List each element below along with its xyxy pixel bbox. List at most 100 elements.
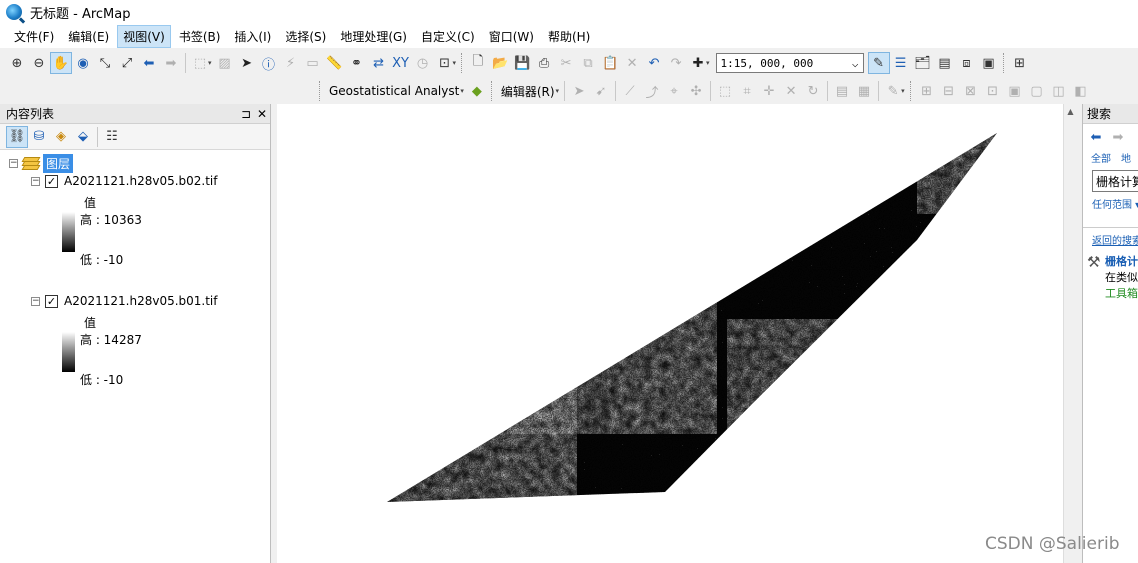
delete-icon[interactable]: ✕: [621, 52, 643, 74]
search-window-icon[interactable]: ▤: [934, 52, 956, 74]
map-display[interactable]: [277, 104, 1075, 563]
undo-icon[interactable]: ↶: [643, 52, 665, 74]
menu-customize[interactable]: 自定义(C): [415, 25, 481, 48]
clear-selection-icon[interactable]: ▨: [214, 52, 236, 74]
find-route-icon[interactable]: ⇄: [368, 52, 390, 74]
layer-row[interactable]: − ✓ A2021121.h28v05.b01.tif: [31, 294, 218, 308]
edit-vertices-icon[interactable]: ⬚: [714, 80, 736, 102]
list-by-source-icon[interactable]: ⛁: [28, 126, 50, 148]
measure-ruler-icon[interactable]: 📏: [324, 52, 346, 74]
end-point-arc-icon[interactable]: ⤴: [641, 80, 663, 102]
menu-selection[interactable]: 选择(S): [279, 25, 332, 48]
pin-icon[interactable]: ⊐: [238, 107, 254, 121]
forward-arrow-icon[interactable]: ➡: [160, 52, 182, 74]
layer-visibility-checkbox[interactable]: ✓: [45, 174, 58, 188]
filter-all-link[interactable]: 全部: [1091, 150, 1111, 166]
layer-visibility-checkbox[interactable]: ✓: [45, 294, 58, 308]
menu-view[interactable]: 视图(V): [117, 24, 171, 48]
geostatistical-wizard-icon[interactable]: ◆: [466, 80, 488, 102]
model-builder-icon[interactable]: ⊞: [1009, 52, 1031, 74]
menu-bookmarks[interactable]: 书签(B): [173, 25, 227, 48]
forward-arrow-icon[interactable]: ➡: [1109, 126, 1127, 148]
geostatistical-analyst-menu[interactable]: Geostatistical Analyst: [325, 84, 463, 98]
pan-hand-icon[interactable]: ✋: [50, 52, 72, 74]
fixed-zoom-in-icon[interactable]: ⤡: [94, 52, 116, 74]
layer-group-row[interactable]: − 图层: [9, 154, 74, 173]
georef-tool-6-icon[interactable]: ▢: [1026, 80, 1048, 102]
identify-icon[interactable]: ⓘ: [258, 52, 280, 74]
save-icon[interactable]: 💾: [511, 52, 533, 74]
menu-geoprocessing[interactable]: 地理处理(G): [334, 25, 413, 48]
list-by-drawing-order-icon[interactable]: ⛓: [6, 125, 28, 148]
back-arrow-icon[interactable]: ⬅: [1087, 126, 1105, 148]
collapse-icon[interactable]: −: [31, 296, 40, 306]
straight-segment-icon[interactable]: ⟋: [619, 80, 641, 102]
georef-tool-1-icon[interactable]: ⊞: [916, 80, 938, 102]
sketch-properties-icon[interactable]: ▦: [853, 80, 875, 102]
fixed-zoom-out-icon[interactable]: ⤢: [116, 52, 138, 74]
list-by-selection-icon[interactable]: ⬙: [72, 126, 94, 148]
new-document-icon[interactable]: 🗋: [467, 52, 489, 74]
rotate-tool-icon[interactable]: ↻: [802, 80, 824, 102]
collapse-icon[interactable]: −: [9, 159, 18, 168]
georef-tool-3-icon[interactable]: ⊠: [960, 80, 982, 102]
menu-windows[interactable]: 窗口(W): [483, 25, 540, 48]
search-result[interactable]: ⚒ 栅格计 在类似 工具箱: [1083, 253, 1138, 301]
filter-maps-link[interactable]: 地: [1121, 150, 1131, 166]
toc-window-icon[interactable]: ☰: [890, 52, 912, 74]
menu-file[interactable]: 文件(F): [8, 25, 60, 48]
layer-name[interactable]: A2021121.h28v05.b02.tif: [64, 174, 218, 188]
search-scope-dropdown[interactable]: 任何范围 ▾: [1083, 196, 1138, 211]
print-icon[interactable]: ⎙: [533, 52, 555, 74]
menu-help[interactable]: 帮助(H): [542, 25, 596, 48]
arctoolbox-icon[interactable]: ⧈: [956, 52, 978, 74]
map-scale-combobox[interactable]: 1:15, 000, 000 ⌵: [715, 53, 864, 73]
edit-annotation-icon[interactable]: ➹: [590, 80, 612, 102]
list-by-visibility-icon[interactable]: ◈: [50, 126, 72, 148]
georef-tool-7-icon[interactable]: ◫: [1048, 80, 1070, 102]
full-extent-globe-icon[interactable]: ◉: [72, 52, 94, 74]
layer-name[interactable]: A2021121.h28v05.b01.tif: [64, 294, 218, 308]
map-vertical-scrollbar[interactable]: ▲: [1063, 104, 1077, 563]
search-input[interactable]: 栅格计算器: [1092, 170, 1138, 192]
find-binoculars-icon[interactable]: ⚭: [346, 52, 368, 74]
layer-group-label[interactable]: 图层: [43, 154, 74, 173]
copy-icon[interactable]: ⧉: [577, 52, 599, 74]
hyperlink-icon[interactable]: ⚡: [280, 52, 302, 74]
back-arrow-icon[interactable]: ⬅: [138, 52, 160, 74]
georef-tool-2-icon[interactable]: ⊟: [938, 80, 960, 102]
collapse-icon[interactable]: −: [31, 176, 40, 186]
python-window-icon[interactable]: ▣: [978, 52, 1000, 74]
redo-icon[interactable]: ↷: [665, 52, 687, 74]
cut-icon[interactable]: ✂: [555, 52, 577, 74]
zoom-out-icon[interactable]: ⊖: [28, 52, 50, 74]
search-back-link[interactable]: 返回的搜索: [1083, 232, 1138, 247]
goto-xy-icon[interactable]: XY: [390, 52, 412, 74]
attributes-icon[interactable]: ▤: [831, 80, 853, 102]
editor-toolbar-icon[interactable]: ✎: [867, 52, 890, 74]
layer-row[interactable]: − ✓ A2021121.h28v05.b02.tif: [31, 174, 218, 188]
paste-icon[interactable]: 📋: [599, 52, 621, 74]
options-icon[interactable]: ☷: [101, 126, 123, 148]
catalog-window-icon[interactable]: 🗂: [912, 52, 934, 74]
trace-icon[interactable]: ⌖: [663, 80, 685, 102]
open-folder-icon[interactable]: 📂: [489, 52, 511, 74]
menu-insert[interactable]: 插入(I): [228, 25, 277, 48]
edit-tool-icon[interactable]: ➤: [568, 80, 590, 102]
point-icon[interactable]: ✣: [685, 80, 707, 102]
zoom-in-icon[interactable]: ⊕: [6, 52, 28, 74]
split-tool-icon[interactable]: ✕: [780, 80, 802, 102]
time-slider-icon[interactable]: ◷: [412, 52, 434, 74]
georef-tool-8-icon[interactable]: ◧: [1070, 80, 1092, 102]
select-elements-arrow-icon[interactable]: ➤: [236, 52, 258, 74]
result-title[interactable]: 栅格计: [1105, 253, 1138, 269]
georef-tool-4-icon[interactable]: ⊡: [982, 80, 1004, 102]
reshape-feature-icon[interactable]: ⌗: [736, 80, 758, 102]
georef-tool-5-icon[interactable]: ▣: [1004, 80, 1026, 102]
close-icon[interactable]: ✕: [254, 107, 270, 121]
scroll-up-icon[interactable]: ▲: [1064, 104, 1077, 120]
html-popup-icon[interactable]: ▭: [302, 52, 324, 74]
cut-polygons-icon[interactable]: ✛: [758, 80, 780, 102]
editor-menu[interactable]: 编辑器(R): [497, 83, 559, 100]
menu-edit[interactable]: 编辑(E): [62, 25, 115, 48]
